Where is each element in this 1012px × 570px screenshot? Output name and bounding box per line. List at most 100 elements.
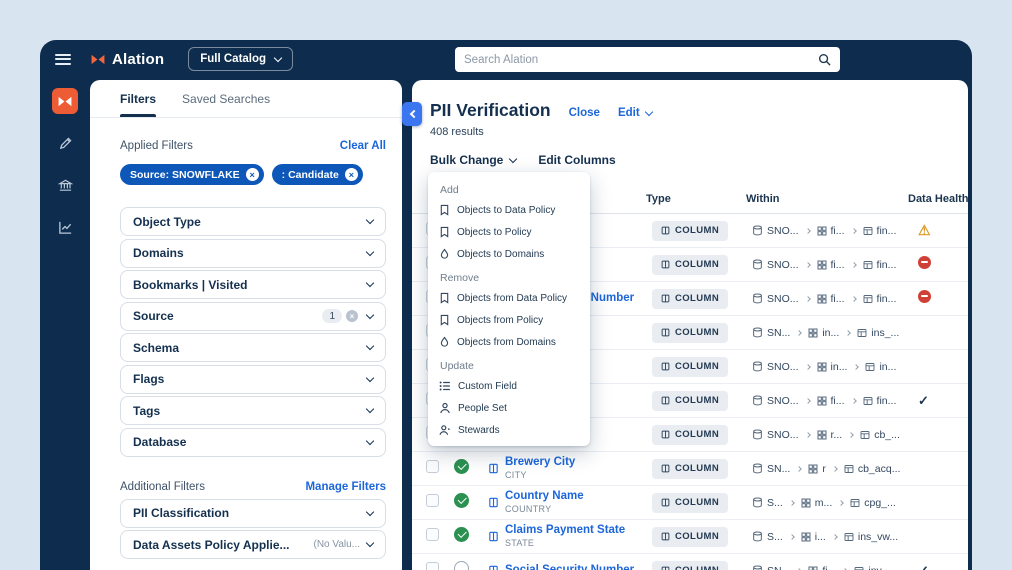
breadcrumb-schema[interactable]: fi... (831, 293, 845, 305)
edit-columns-button[interactable]: Edit Columns (538, 153, 615, 167)
filter-group-row[interactable]: Object Type (120, 207, 386, 236)
hamburger-menu-icon[interactable] (55, 53, 71, 65)
breadcrumb-datasource[interactable]: SNO... (767, 225, 799, 237)
edit-label: Edit (617, 107, 640, 119)
breadcrumb-table[interactable]: fin... (877, 395, 897, 407)
menu-item[interactable]: Objects to Domains (428, 243, 590, 265)
bulk-change-button[interactable]: Bulk Change (430, 153, 518, 167)
search-icon[interactable] (818, 53, 831, 66)
breadcrumb-table[interactable]: fin... (877, 259, 897, 271)
chevron-right-icon (804, 397, 811, 404)
breadcrumb-datasource[interactable]: SN... (767, 463, 790, 475)
column-header-within[interactable]: Within (746, 193, 902, 205)
filter-group-row[interactable]: Data Assets Policy Applie... (No Valu... (120, 530, 386, 559)
filter-group-row[interactable]: Source 1 (120, 301, 386, 331)
close-link[interactable]: Close (569, 107, 600, 119)
remove-chip-icon[interactable] (344, 168, 358, 181)
breadcrumb-table[interactable]: cb_acq... (858, 463, 901, 475)
menu-item[interactable]: Stewards (428, 419, 590, 441)
chevron-down-icon (365, 404, 375, 414)
breadcrumb-table[interactable]: cb_... (874, 429, 900, 441)
alation-mark-icon (91, 54, 105, 65)
alation-mark-icon[interactable] (52, 88, 78, 114)
pen-icon[interactable] (52, 130, 78, 156)
breadcrumb-datasource[interactable]: SNO... (767, 429, 799, 441)
breadcrumb-schema[interactable]: m... (815, 497, 833, 509)
menu-item[interactable]: Custom Field (428, 375, 590, 397)
breadcrumb-schema[interactable]: fi... (831, 259, 845, 271)
table-row[interactable]: Social Security Number COLUMN (412, 554, 968, 570)
chart-icon[interactable] (52, 214, 78, 240)
row-checkbox[interactable] (426, 459, 439, 473)
filter-group-row[interactable]: Bookmarks | Visited (120, 270, 386, 299)
object-name-link[interactable]: Country Name (505, 490, 584, 504)
breadcrumb-datasource[interactable]: SNO... (767, 259, 799, 271)
column-header-type[interactable]: Type (646, 193, 746, 205)
filter-group-row[interactable]: Tags (120, 396, 386, 425)
column-header-data-health[interactable]: Data Health (908, 193, 968, 205)
breadcrumb-table[interactable]: fin... (877, 293, 897, 305)
breadcrumb-schema[interactable]: in... (831, 361, 848, 373)
menu-item[interactable]: People Set (428, 397, 590, 419)
tab-saved-searches[interactable]: Saved Searches (182, 80, 270, 117)
menu-item[interactable]: Objects from Policy (428, 309, 590, 331)
breadcrumb-datasource[interactable]: SN... (767, 565, 790, 570)
row-checkbox[interactable] (426, 561, 439, 570)
breadcrumb-schema[interactable]: i... (815, 531, 826, 543)
breadcrumb-datasource[interactable]: SNO... (767, 361, 799, 373)
table-row[interactable]: Claims Payment State STATE COLUMN S... i… (412, 520, 968, 554)
breadcrumb-table[interactable]: ins_... (871, 327, 899, 339)
breadcrumb-datasource[interactable]: S... (767, 531, 783, 543)
people-set-icon (439, 402, 451, 414)
menu-item[interactable]: Objects from Domains (428, 331, 590, 353)
filter-group-label: Object Type (133, 214, 201, 229)
breadcrumb-schema[interactable]: r (822, 463, 826, 475)
manage-filters-link[interactable]: Manage Filters (305, 481, 386, 493)
chevron-right-icon (838, 499, 845, 506)
object-name-link[interactable]: Brewery City (505, 456, 575, 470)
global-search[interactable] (455, 47, 840, 72)
filter-chip[interactable]: Source: SNOWFLAKE (120, 164, 264, 185)
tab-filters[interactable]: Filters (120, 80, 157, 117)
breadcrumb-table[interactable]: cpg_... (864, 497, 896, 509)
menu-item[interactable]: Objects from Data Policy (428, 287, 590, 309)
breadcrumb-table[interactable]: inv... (868, 565, 889, 570)
alation-logo[interactable]: Alation (91, 51, 164, 68)
filter-group-row[interactable]: PII Classification (120, 498, 386, 528)
breadcrumb-schema[interactable]: fi... (822, 565, 836, 570)
breadcrumb-datasource[interactable]: SNO... (767, 293, 799, 305)
breadcrumb-table[interactable]: ins_vw... (858, 531, 898, 543)
breadcrumb-datasource[interactable]: SNO... (767, 395, 799, 407)
remove-filter-icon[interactable] (346, 310, 358, 322)
remove-chip-icon[interactable] (245, 168, 259, 181)
breadcrumb-schema[interactable]: in... (822, 327, 839, 339)
breadcrumb-table[interactable]: in... (879, 361, 896, 373)
filter-group-row[interactable]: Database (120, 427, 386, 457)
object-name-link[interactable]: Social Security Number (505, 564, 634, 570)
object-name-link[interactable]: Claims Payment State (505, 524, 625, 538)
breadcrumb-schema[interactable]: fi... (831, 225, 845, 237)
breadcrumb-datasource[interactable]: S... (767, 497, 783, 509)
collapse-panel-button[interactable] (402, 102, 422, 126)
breadcrumb-table[interactable]: fin... (877, 225, 897, 237)
within-breadcrumb: SNO... fi... fin... (746, 259, 902, 271)
row-checkbox[interactable] (426, 527, 439, 541)
bank-icon[interactable] (52, 172, 78, 198)
full-catalog-button[interactable]: Full Catalog (188, 47, 294, 71)
row-checkbox[interactable] (426, 493, 439, 507)
table-row[interactable]: Brewery City CITY COLUMN SN... r cb_acq.… (412, 452, 968, 486)
search-input[interactable] (464, 53, 812, 66)
filter-group-row[interactable]: Domains (120, 238, 386, 268)
clear-all-link[interactable]: Clear All (340, 140, 386, 152)
menu-item[interactable]: Objects to Data Policy (428, 199, 590, 221)
chevron-down-icon (644, 107, 653, 116)
breadcrumb-schema[interactable]: r... (831, 429, 843, 441)
table-row[interactable]: Country Name COUNTRY COLUMN S... m... cp… (412, 486, 968, 520)
menu-item[interactable]: Objects to Policy (428, 221, 590, 243)
filter-chip[interactable]: : Candidate (271, 164, 363, 185)
breadcrumb-schema[interactable]: fi... (831, 395, 845, 407)
filter-group-row[interactable]: Flags (120, 364, 386, 394)
breadcrumb-datasource[interactable]: SN... (767, 327, 790, 339)
edit-menu-link[interactable]: Edit (617, 107, 653, 119)
filter-group-row[interactable]: Schema (120, 333, 386, 362)
